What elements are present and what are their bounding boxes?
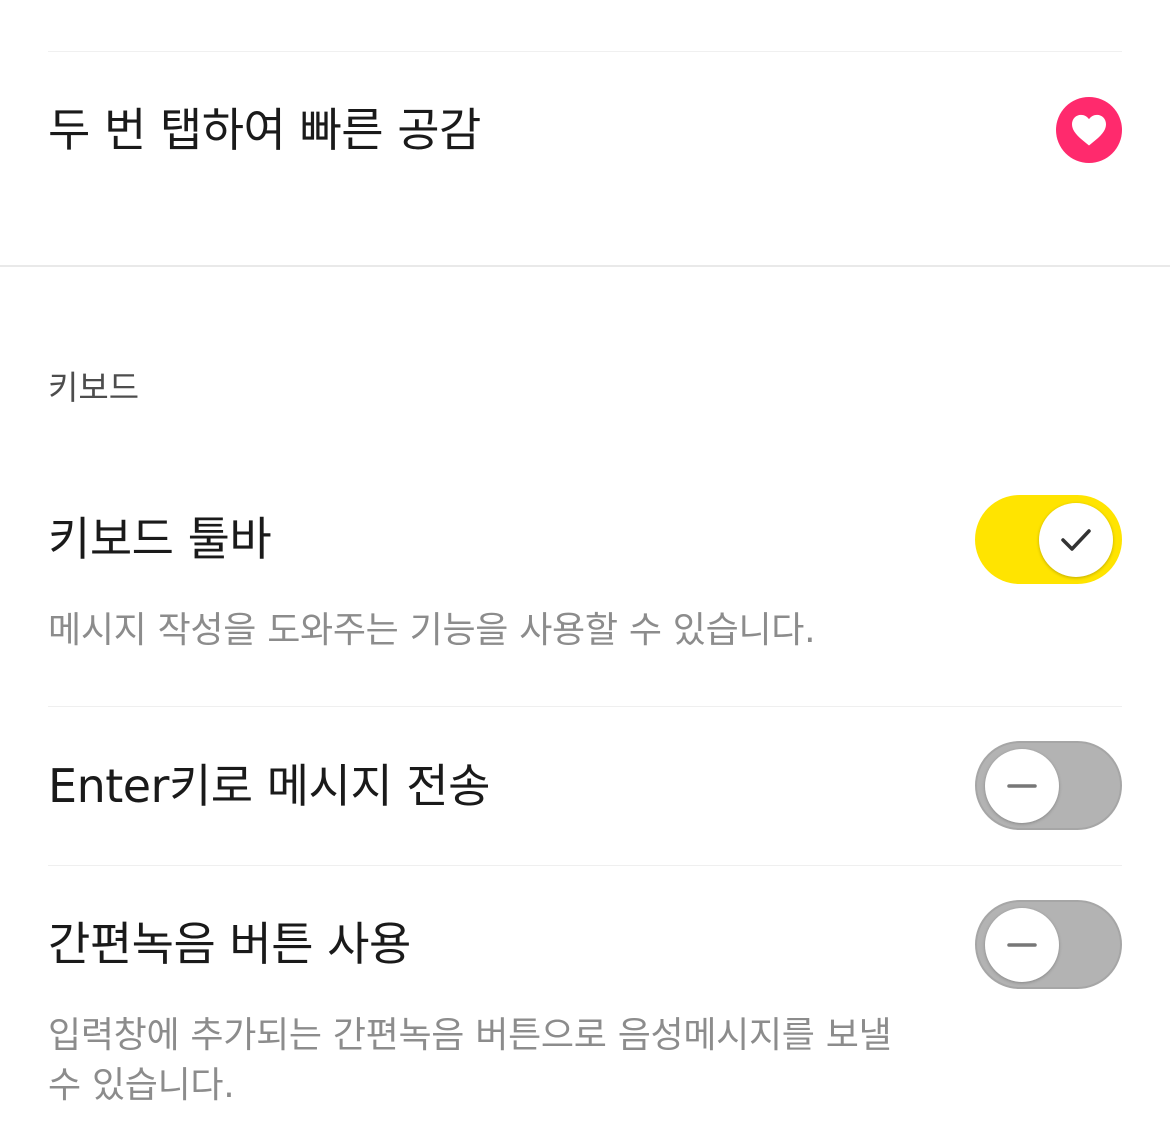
keyboard-toolbar-toggle[interactable] — [975, 495, 1122, 584]
voice-button-description-line1: 입력창에 추가되는 간편녹음 버튼으로 음성메시지를 보낼 — [48, 1015, 892, 1056]
toggle-knob — [985, 748, 1059, 823]
keyboard-toolbar-label: 키보드 툴바 — [48, 512, 272, 566]
top-divider — [48, 51, 1122, 52]
checkmark-icon — [1061, 528, 1091, 551]
minus-icon — [1007, 942, 1037, 947]
enter-send-toggle[interactable] — [975, 741, 1122, 830]
heart-icon — [1072, 114, 1106, 146]
voice-button-description-line2: 수 있습니다. — [48, 1065, 235, 1106]
section-divider — [0, 265, 1170, 267]
minus-icon — [1007, 783, 1037, 788]
voice-button-label: 간편녹음 버튼 사용 — [48, 917, 411, 971]
quick-like-label: 두 번 탭하여 빠른 공감 — [48, 103, 481, 157]
voice-button-toggle[interactable] — [975, 900, 1122, 989]
row-divider — [48, 865, 1122, 866]
row-divider — [48, 706, 1122, 707]
toggle-knob — [985, 907, 1059, 982]
enter-send-label: Enter키로 메시지 전송 — [48, 759, 490, 813]
section-header-keyboard: 키보드 — [48, 368, 140, 407]
keyboard-toolbar-description: 메시지 작성을 도와주는 기능을 사용할 수 있습니다. — [48, 610, 816, 651]
quick-like-heart-button[interactable] — [1056, 97, 1122, 163]
toggle-knob — [1039, 502, 1113, 577]
